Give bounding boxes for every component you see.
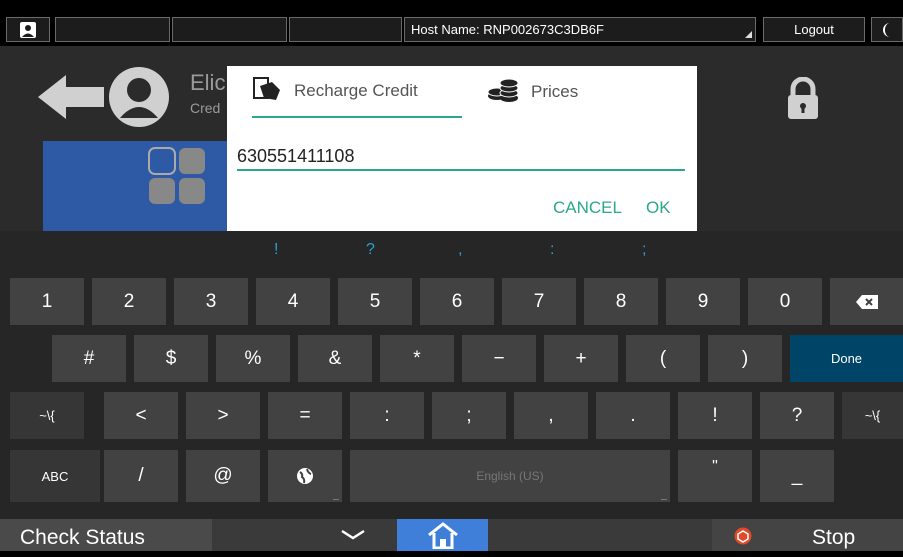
- key-0[interactable]: 0: [748, 278, 822, 325]
- key-asterisk[interactable]: *: [380, 335, 454, 382]
- lock-icon: [786, 76, 820, 126]
- key-quote[interactable]: ": [678, 450, 752, 502]
- chevron-down-icon[interactable]: [340, 527, 366, 546]
- cancel-button[interactable]: CANCEL: [553, 198, 622, 218]
- resize-corner-icon: [745, 31, 752, 38]
- user-name: Elic: [190, 70, 226, 95]
- key-semicolon[interactable]: ;: [432, 392, 506, 439]
- home-button[interactable]: [397, 519, 488, 551]
- host-name-field[interactable]: Host Name: RNP002673C3DB6F: [404, 17, 756, 42]
- logout-button[interactable]: Logout: [763, 17, 865, 42]
- backspace-key[interactable]: [830, 278, 903, 325]
- key-exclamation[interactable]: !: [678, 392, 752, 439]
- space-key-label: English (US): [476, 469, 544, 483]
- tab-prices-label: Prices: [531, 82, 579, 101]
- check-status-button[interactable]: Check Status: [0, 519, 212, 551]
- suggestion-key[interactable]: ?: [366, 241, 375, 259]
- onscreen-keyboard: ! ? , : ; 1 2 3 4 5 6 7 8 9 0 # $ % & * …: [0, 231, 903, 519]
- key-slash[interactable]: /: [104, 450, 178, 502]
- key-underscore[interactable]: _: [760, 450, 834, 502]
- key-2[interactable]: 2: [92, 278, 166, 325]
- key-equals[interactable]: =: [268, 392, 342, 439]
- back-arrow-icon[interactable]: [38, 75, 104, 124]
- status-slot: [172, 17, 287, 42]
- hand-card-icon: [252, 76, 282, 107]
- user-icon: [20, 21, 36, 38]
- key-at[interactable]: @: [186, 450, 260, 502]
- home-icon: [427, 522, 458, 549]
- key-less-than[interactable]: <: [104, 392, 178, 439]
- key-6[interactable]: 6: [420, 278, 494, 325]
- tab-recharge-credit-label: Recharge Credit: [294, 81, 418, 100]
- key-1[interactable]: 1: [10, 278, 84, 325]
- status-slot: [289, 17, 402, 42]
- key-plus[interactable]: +: [544, 335, 618, 382]
- key-period[interactable]: .: [596, 392, 670, 439]
- backspace-icon: [855, 294, 878, 309]
- symbols-toggle-key-right[interactable]: ~\{: [842, 392, 903, 439]
- suggestion-key[interactable]: ,: [458, 241, 462, 259]
- done-key[interactable]: Done: [790, 335, 903, 382]
- recharge-dialog: Recharge Credit Prices 630551411108 CANC…: [227, 66, 697, 231]
- ok-button[interactable]: OK: [646, 198, 671, 218]
- suggestion-key[interactable]: !: [274, 241, 278, 259]
- suggestion-key[interactable]: ;: [642, 241, 646, 259]
- abc-key[interactable]: ABC: [10, 450, 100, 502]
- language-key[interactable]: [268, 450, 342, 502]
- key-right-paren[interactable]: ): [708, 335, 782, 382]
- host-name-label: Host Name: RNP002673C3DB6F: [411, 22, 604, 37]
- tab-prices[interactable]: Prices: [487, 66, 617, 118]
- credit-code-input[interactable]: 630551411108: [237, 143, 685, 171]
- key-minus[interactable]: −: [462, 335, 536, 382]
- suggestion-key[interactable]: :: [550, 241, 554, 259]
- moon-icon: [883, 22, 890, 37]
- key-4[interactable]: 4: [256, 278, 330, 325]
- key-9[interactable]: 9: [666, 278, 740, 325]
- key-3[interactable]: 3: [174, 278, 248, 325]
- stop-label: Stop: [812, 526, 856, 549]
- app-tile[interactable]: [43, 141, 233, 231]
- energy-saver-button[interactable]: [871, 17, 903, 42]
- long-press-marker: [661, 499, 667, 500]
- key-left-paren[interactable]: (: [626, 335, 700, 382]
- tab-recharge-credit[interactable]: Recharge Credit: [252, 66, 462, 118]
- space-key[interactable]: English (US): [350, 450, 670, 502]
- top-status-bar: Host Name: RNP002673C3DB6F Logout: [0, 0, 903, 46]
- stop-button[interactable]: Stop: [712, 519, 903, 551]
- key-percent[interactable]: %: [216, 335, 290, 382]
- key-greater-than[interactable]: >: [186, 392, 260, 439]
- key-hash[interactable]: #: [52, 335, 126, 382]
- coins-icon: [487, 76, 519, 109]
- key-8[interactable]: 8: [584, 278, 658, 325]
- key-ampersand[interactable]: &: [298, 335, 372, 382]
- stop-icon: [734, 527, 752, 550]
- key-dollar[interactable]: $: [134, 335, 208, 382]
- key-comma[interactable]: ,: [514, 392, 588, 439]
- user-button[interactable]: [6, 17, 50, 42]
- long-press-marker: [333, 499, 339, 500]
- key-5[interactable]: 5: [338, 278, 412, 325]
- status-slot: [55, 17, 170, 42]
- bottom-bar: Check Status Stop: [0, 519, 903, 551]
- user-subtitle: Cred: [190, 100, 221, 116]
- avatar-icon: [108, 66, 170, 133]
- key-question[interactable]: ?: [760, 392, 834, 439]
- key-colon[interactable]: :: [350, 392, 424, 439]
- globe-icon: [297, 468, 313, 484]
- key-7[interactable]: 7: [502, 278, 576, 325]
- apps-grid-icon: [148, 147, 205, 204]
- symbols-toggle-key[interactable]: ~\{: [10, 392, 84, 439]
